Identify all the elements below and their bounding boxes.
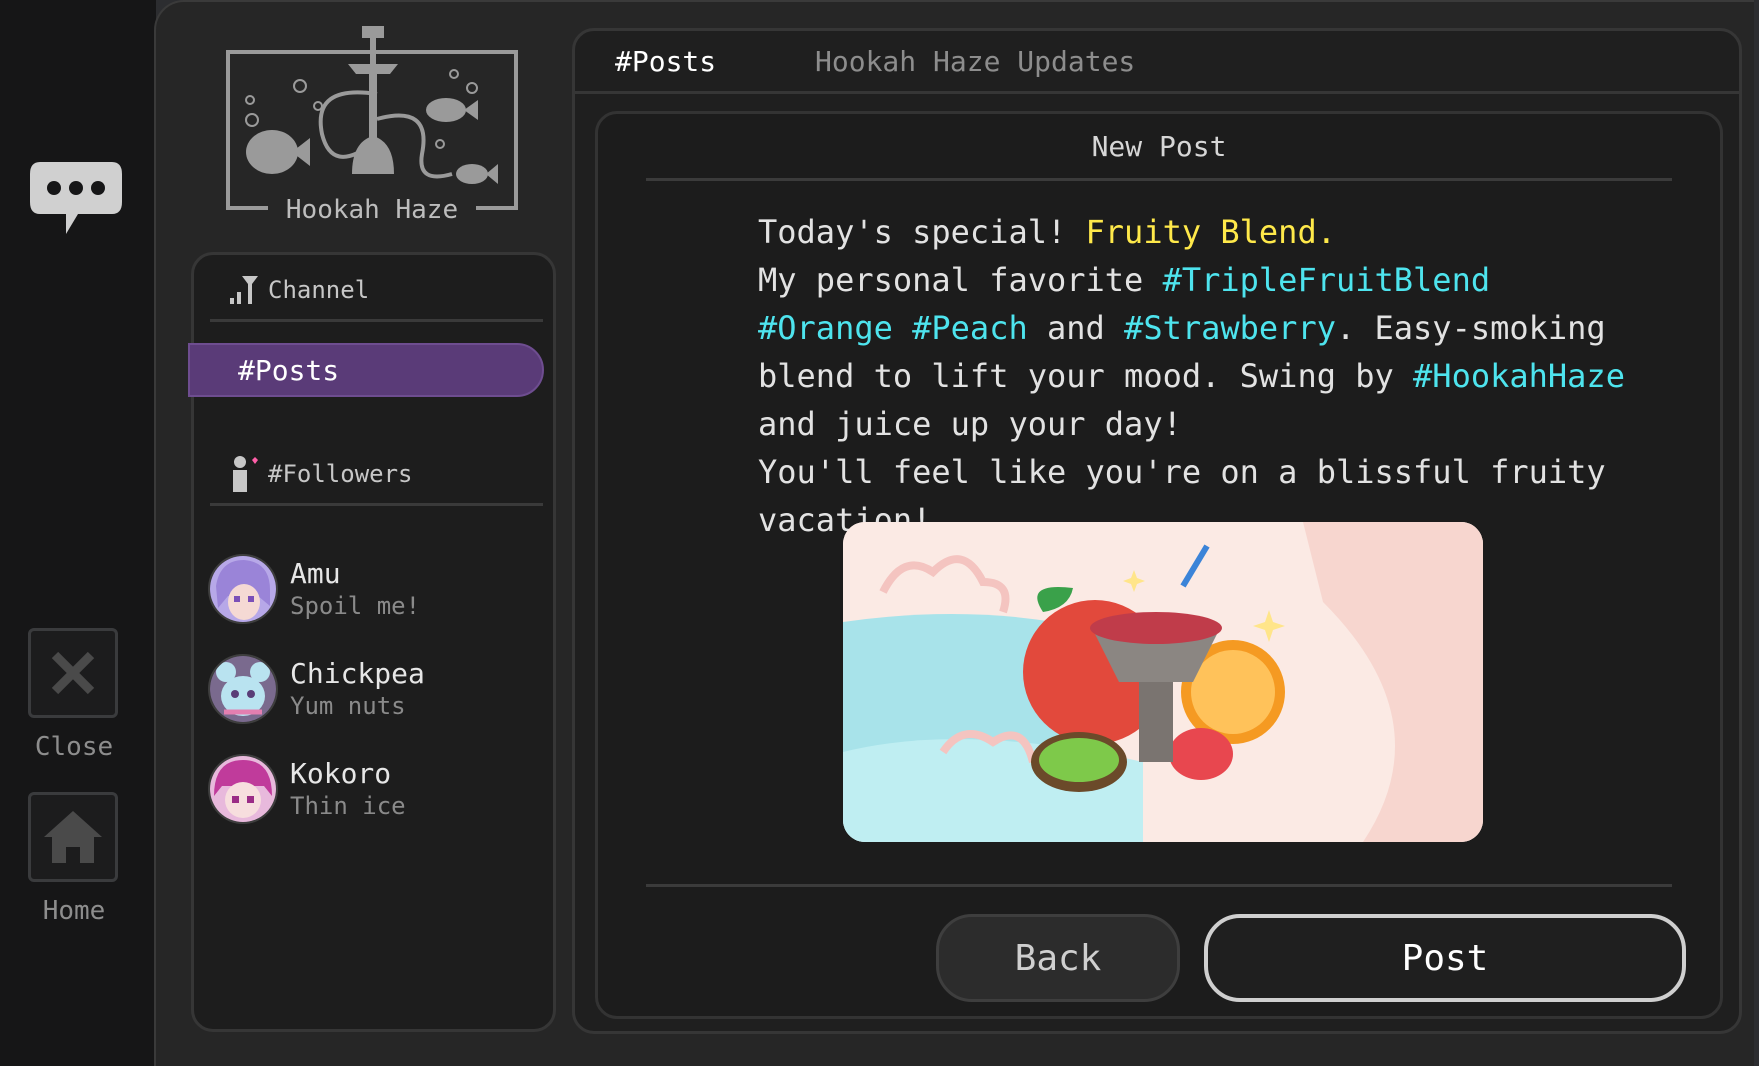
chat-bubble-icon[interactable] (26, 156, 126, 242)
channel-header: Channel (210, 261, 543, 322)
close-button[interactable] (28, 628, 118, 718)
follower-name: Amu (290, 557, 341, 590)
close-icon (51, 651, 95, 695)
home-label: Home (42, 896, 106, 926)
follower-item[interactable]: Amu Spoil me! (208, 547, 528, 631)
avatar (208, 554, 278, 624)
follower-person-icon (233, 456, 258, 492)
logo-text: Hookah Haze (286, 195, 458, 224)
channel-antenna-icon (230, 276, 258, 304)
channel-item-posts[interactable]: #Posts (188, 343, 544, 397)
hashtag-link[interactable]: #Strawberry (1124, 309, 1336, 347)
follower-item[interactable]: Chickpea Yum nuts (208, 647, 528, 731)
post-button[interactable]: Post (1204, 914, 1686, 1002)
post-highlight: Fruity Blend. (1085, 213, 1336, 251)
avatar (208, 654, 278, 724)
post-text-segment: My personal favorite (758, 261, 1163, 299)
left-rail: Close Home (0, 0, 156, 1066)
hookah-haze-logo: Hookah Haze (226, 26, 518, 224)
post-text-segment: and (1046, 309, 1125, 347)
card-divider (646, 884, 1672, 887)
back-button[interactable]: Back (936, 914, 1180, 1002)
followers-header-label: #Followers (268, 460, 413, 488)
follower-status: Thin ice (290, 792, 406, 820)
tab-posts[interactable]: #Posts (615, 45, 716, 78)
channel-header-label: Channel (268, 276, 370, 304)
follower-name: Chickpea (290, 657, 425, 690)
post-text-segment: Today's special! (758, 213, 1086, 251)
card-title: New Post (646, 130, 1672, 181)
follower-status: Spoil me! (290, 592, 421, 620)
post-text-segment: and juice up your day! (758, 405, 1182, 443)
new-post-card: New Post Today's special! Fruity Blend. … (595, 111, 1723, 1019)
follower-item[interactable]: Kokoro Thin ice (208, 747, 528, 831)
hashtag-link[interactable]: #Peach (912, 309, 1028, 347)
post-body: Today's special! Fruity Blend. My person… (758, 208, 1638, 544)
close-label: Close (34, 732, 114, 762)
hashtag-link[interactable]: #TripleFruitBlend (1163, 261, 1491, 299)
content-panel: #Posts Hookah Haze Updates New Post Toda… (572, 28, 1742, 1034)
home-icon (44, 811, 102, 863)
sidebar: Channel #Posts #Followers Amu Spoil me! (188, 252, 556, 1032)
post-image (843, 522, 1483, 842)
channel-item-label: #Posts (238, 353, 340, 387)
hashtag-link[interactable]: #HookahHaze (1413, 357, 1625, 395)
tab-hookah-haze-updates[interactable]: Hookah Haze Updates (815, 45, 1135, 78)
hashtag-link[interactable]: #Orange (758, 309, 893, 347)
avatar (208, 754, 278, 824)
tab-bar: #Posts Hookah Haze Updates (575, 31, 1739, 94)
followers-header: #Followers (210, 445, 543, 506)
follower-status: Yum nuts (290, 692, 406, 720)
home-button[interactable] (28, 792, 118, 882)
follower-name: Kokoro (290, 757, 392, 790)
